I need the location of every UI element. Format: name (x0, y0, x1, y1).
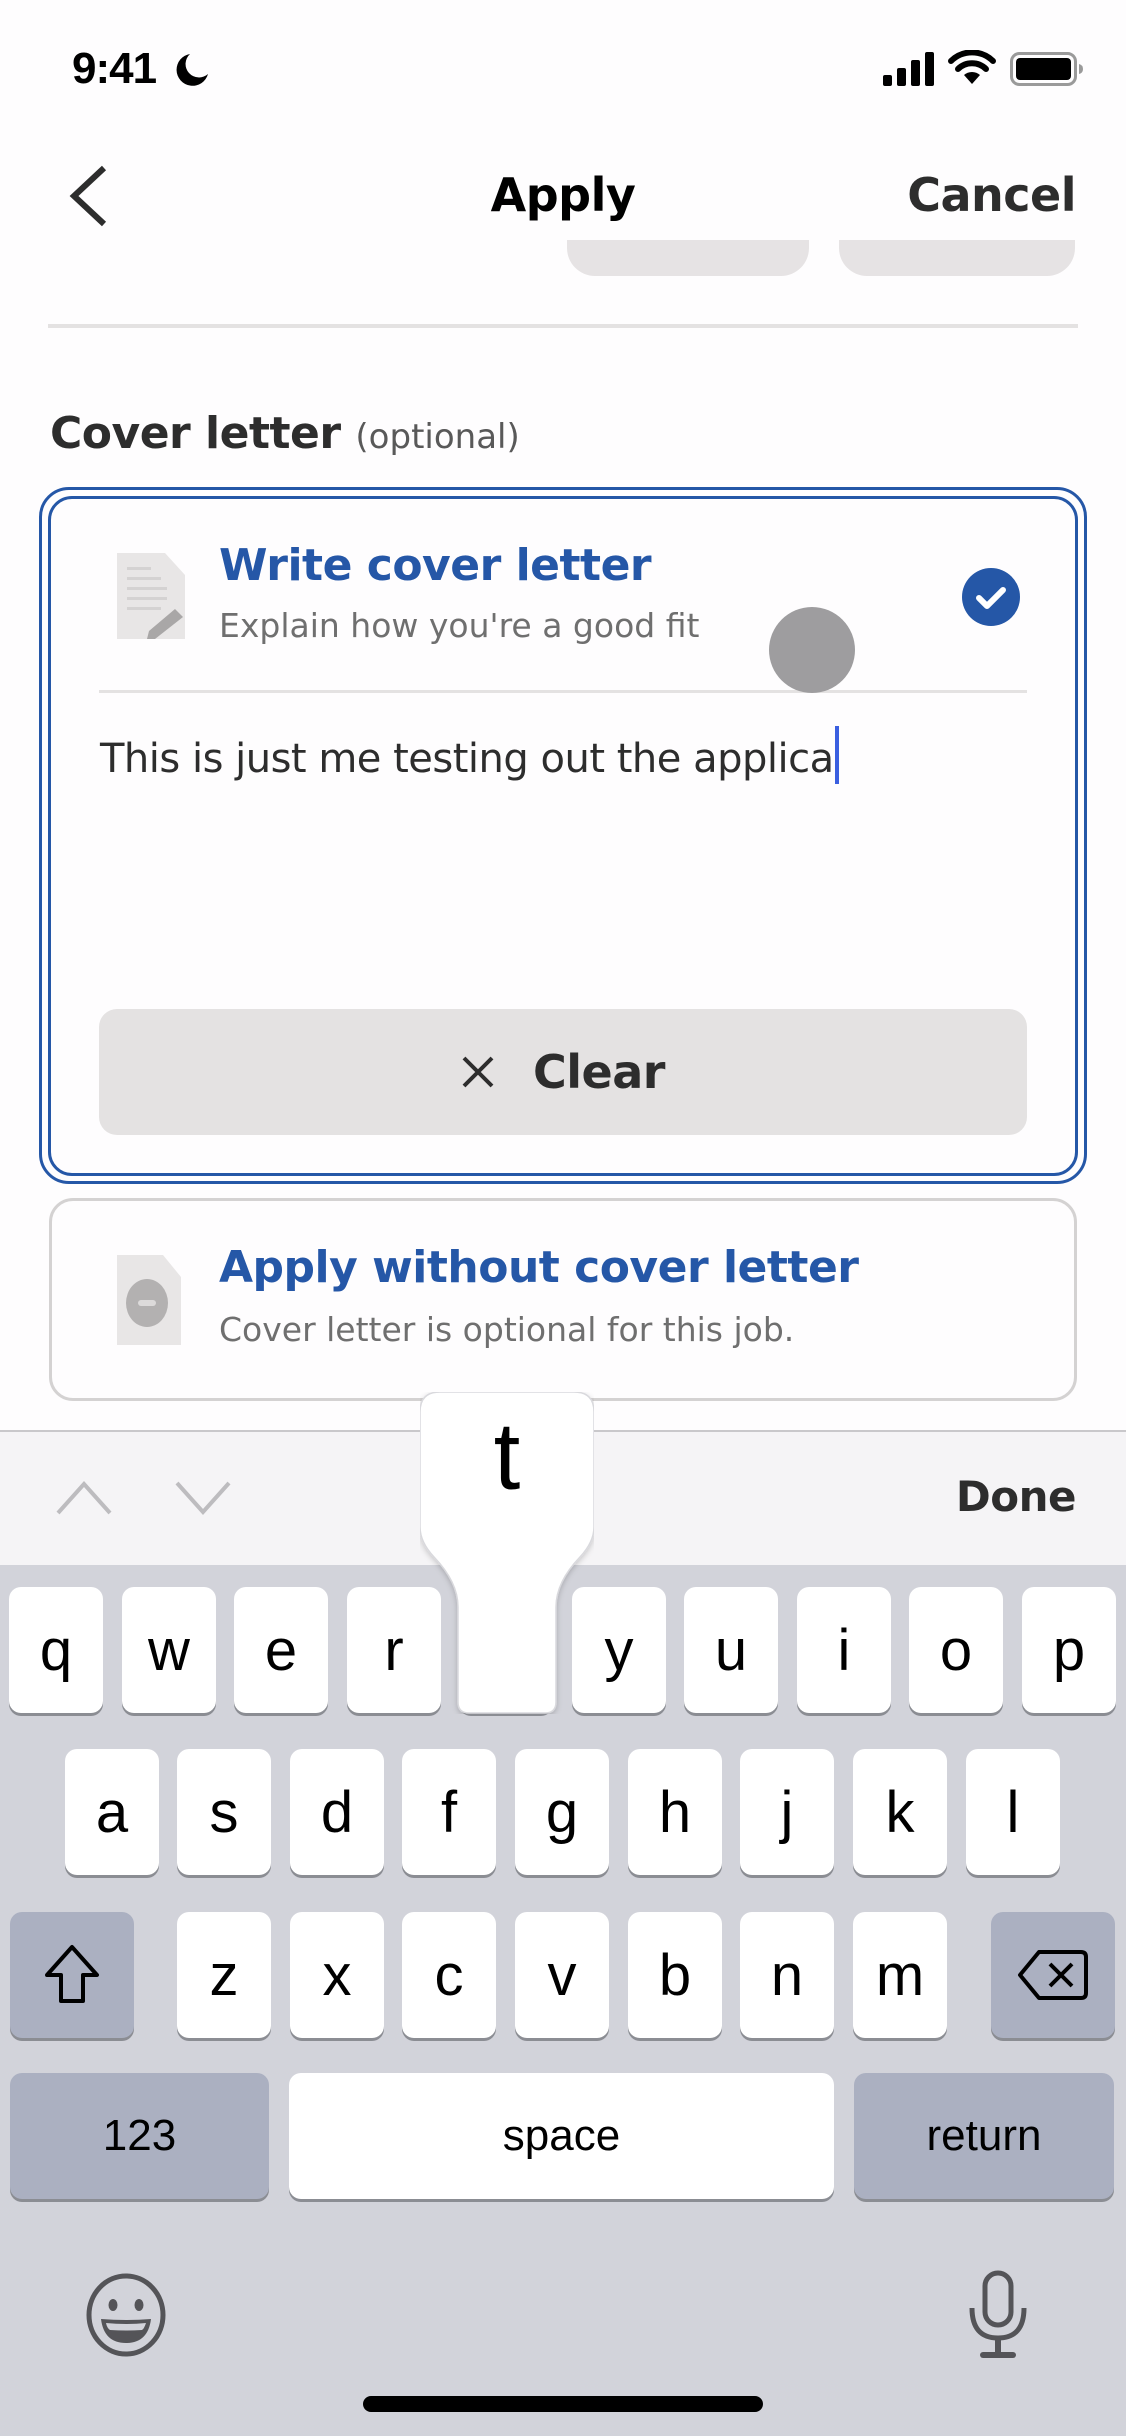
key-j[interactable]: j (740, 1749, 834, 1875)
card-divider (99, 690, 1027, 693)
emoji-icon[interactable] (84, 2273, 168, 2357)
key-m[interactable]: m (853, 1912, 947, 2038)
space-key[interactable]: space (289, 2073, 834, 2199)
key-n[interactable]: n (740, 1912, 834, 2038)
wifi-icon (948, 50, 996, 84)
document-pencil-icon (117, 553, 185, 639)
cellular-signal-icon (883, 52, 934, 86)
key-e[interactable]: e (234, 1587, 328, 1713)
shift-key[interactable] (10, 1912, 134, 2038)
cancel-button[interactable]: Cancel (907, 168, 1076, 222)
key-c[interactable]: c (402, 1912, 496, 2038)
option-title: Apply without cover letter (219, 1242, 859, 1293)
key-v[interactable]: v (515, 1912, 609, 2038)
key-popup-letter: t (493, 1403, 521, 1510)
key-s[interactable]: s (177, 1749, 271, 1875)
touch-indicator (769, 607, 855, 693)
cover-letter-heading-text: Cover letter (50, 408, 341, 459)
key-b[interactable]: b (628, 1912, 722, 2038)
key-i[interactable]: i (797, 1587, 891, 1713)
previous-section-chip[interactable] (567, 240, 809, 276)
key-q[interactable]: q (9, 1587, 103, 1713)
return-key[interactable]: return (854, 2073, 1114, 2199)
key-p[interactable]: p (1022, 1587, 1116, 1713)
key-d[interactable]: d (290, 1749, 384, 1875)
selected-check-icon (962, 568, 1020, 626)
backspace-icon (1018, 1950, 1088, 2000)
section-divider (48, 324, 1078, 328)
document-minus-icon (117, 1255, 181, 1345)
close-icon (462, 1056, 494, 1088)
numbers-key[interactable]: 123 (10, 2073, 269, 2199)
chevron-down-icon[interactable] (174, 1480, 232, 1516)
option-title: Write cover letter (219, 540, 652, 591)
key-g[interactable]: g (515, 1749, 609, 1875)
previous-section-chip[interactable] (839, 240, 1075, 276)
microphone-icon[interactable] (966, 2270, 1030, 2360)
option-subtitle: Explain how you're a good fit (219, 606, 700, 645)
key-k[interactable]: k (853, 1749, 947, 1875)
optional-label: (optional) (355, 417, 520, 457)
cover-letter-heading: Cover letter (optional) (50, 408, 520, 459)
key-o[interactable]: o (909, 1587, 1003, 1713)
key-x[interactable]: x (290, 1912, 384, 2038)
chevron-up-icon[interactable] (55, 1480, 113, 1516)
backspace-key[interactable] (991, 1912, 1115, 2038)
done-button[interactable]: Done (956, 1472, 1077, 1521)
home-indicator[interactable] (363, 2396, 763, 2412)
clear-label: Clear (533, 1045, 665, 1099)
shift-icon (45, 1945, 99, 2003)
cover-letter-text: This is just me testing out the applica (100, 736, 834, 782)
key-a[interactable]: a (65, 1749, 159, 1875)
key-f[interactable]: f (402, 1749, 496, 1875)
clear-button[interactable]: Clear (99, 1009, 1027, 1135)
key-z[interactable]: z (177, 1912, 271, 2038)
key-u[interactable]: u (684, 1587, 778, 1713)
cover-letter-textarea[interactable]: This is just me testing out the applica (100, 726, 1030, 986)
key-l[interactable]: l (966, 1749, 1060, 1875)
option-subtitle: Cover letter is optional for this job. (219, 1310, 795, 1349)
status-time: 9:41 (72, 44, 157, 93)
key-h[interactable]: h (628, 1749, 722, 1875)
battery-icon (1010, 52, 1083, 86)
apply-without-cover-letter-option[interactable] (49, 1198, 1077, 1401)
moon-icon (176, 54, 208, 86)
key-w[interactable]: w (122, 1587, 216, 1713)
text-caret (834, 726, 839, 784)
